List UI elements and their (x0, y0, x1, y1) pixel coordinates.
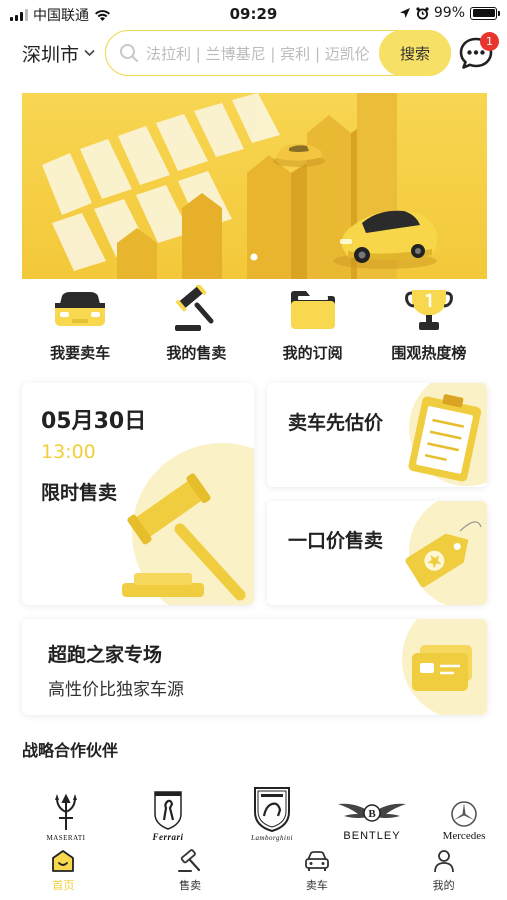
brand-bentley[interactable]: B BENTLEY (334, 778, 410, 842)
svg-text:B: B (368, 808, 376, 820)
banner-illustration (22, 93, 487, 279)
banner-pager-dot (250, 253, 258, 261)
brand-mercedes[interactable]: Mercedes (436, 778, 492, 842)
promo-banner[interactable] (22, 93, 487, 279)
battery-percent: 99% (433, 5, 465, 21)
lamborghini-shield-icon (254, 787, 290, 832)
brand-lamborghini[interactable]: Lamborghini (242, 778, 302, 842)
quick-sell-car[interactable]: 我要卖车 (22, 284, 138, 364)
brand-name: MASERATI (46, 834, 86, 842)
person-icon (433, 850, 454, 873)
brand-name: Mercedes (442, 830, 486, 842)
tab-label: 卖车 (305, 879, 328, 892)
gavel-icon (175, 285, 214, 331)
brand-name: Lamborghini (251, 834, 293, 842)
quick-label: 我的售卖 (166, 344, 227, 362)
quick-my-subscriptions[interactable]: 我的订阅 (255, 284, 371, 364)
status-bar: 中国联通 09:29 99% (0, 0, 507, 28)
search-icon (120, 44, 138, 62)
location-icon (399, 8, 410, 18)
quick-hot-ranking[interactable]: 围观热度榜 (371, 284, 487, 364)
tab-label: 我的 (432, 879, 455, 892)
clipboard-icon (408, 383, 487, 486)
quick-label: 我的订阅 (282, 344, 343, 362)
flash-sale-card[interactable]: 05月30日 13:00 限时售卖 (22, 383, 254, 605)
tab-bar: 首页 售卖 卖车 我的 (0, 843, 507, 900)
message-badge: 1 (480, 32, 499, 51)
quick-label: 我要卖车 (50, 344, 111, 362)
partner-brands: MASERATI Ferrari Lamborghini B BENTLEY M… (0, 778, 507, 842)
tab-label: 首页 (52, 879, 75, 892)
card-stack-icon (402, 619, 487, 715)
tab-home[interactable]: 首页 (0, 843, 127, 900)
bentley-wings-icon: B (338, 803, 406, 822)
folder-icon (290, 291, 335, 329)
tab-sales[interactable]: 售卖 (127, 843, 254, 900)
auction-gavel-illustration (122, 443, 254, 605)
quick-label: 围观热度榜 (391, 344, 467, 362)
chevron-down-icon (84, 49, 95, 57)
trophy-icon (404, 290, 453, 330)
car-front-icon (55, 292, 106, 326)
estimate-card[interactable]: 卖车先估价 (267, 383, 487, 487)
alarm-icon (416, 6, 429, 19)
tab-sell-car[interactable]: 卖车 (254, 843, 381, 900)
city-label: 深圳市 (22, 43, 80, 66)
maserati-trident-icon (55, 793, 77, 830)
supercar-special-card[interactable]: 超跑之家专场 高性价比独家车源 (22, 619, 487, 715)
city-selector[interactable]: 深圳市 (22, 38, 95, 68)
car-icon (304, 851, 329, 871)
price-tag-icon (405, 501, 487, 605)
brand-maserati[interactable]: MASERATI (38, 778, 94, 842)
quick-my-sales[interactable]: 我的售卖 (138, 284, 254, 364)
quick-nav: 我要卖车 我的售卖 我的订阅 围观热度榜 (22, 284, 487, 364)
mercedes-star-icon (451, 801, 477, 827)
brand-name: BENTLEY (343, 830, 401, 842)
gavel-icon (178, 849, 201, 872)
fixed-price-card[interactable]: 一口价售卖 (267, 501, 487, 605)
home-icon (52, 850, 75, 872)
brand-name: Ferrari (152, 832, 184, 842)
search-bar[interactable]: 法拉利 | 兰博基尼 | 宾利 | 迈凯伦 搜索 (105, 30, 451, 76)
search-button[interactable]: 搜索 (379, 30, 451, 76)
battery-icon (470, 6, 500, 20)
partners-title: 战略合作伙伴 (22, 741, 119, 760)
tab-label: 售卖 (179, 879, 202, 892)
ferrari-shield-icon (154, 791, 182, 830)
brand-ferrari[interactable]: Ferrari (140, 778, 196, 842)
tab-mine[interactable]: 我的 (380, 843, 507, 900)
